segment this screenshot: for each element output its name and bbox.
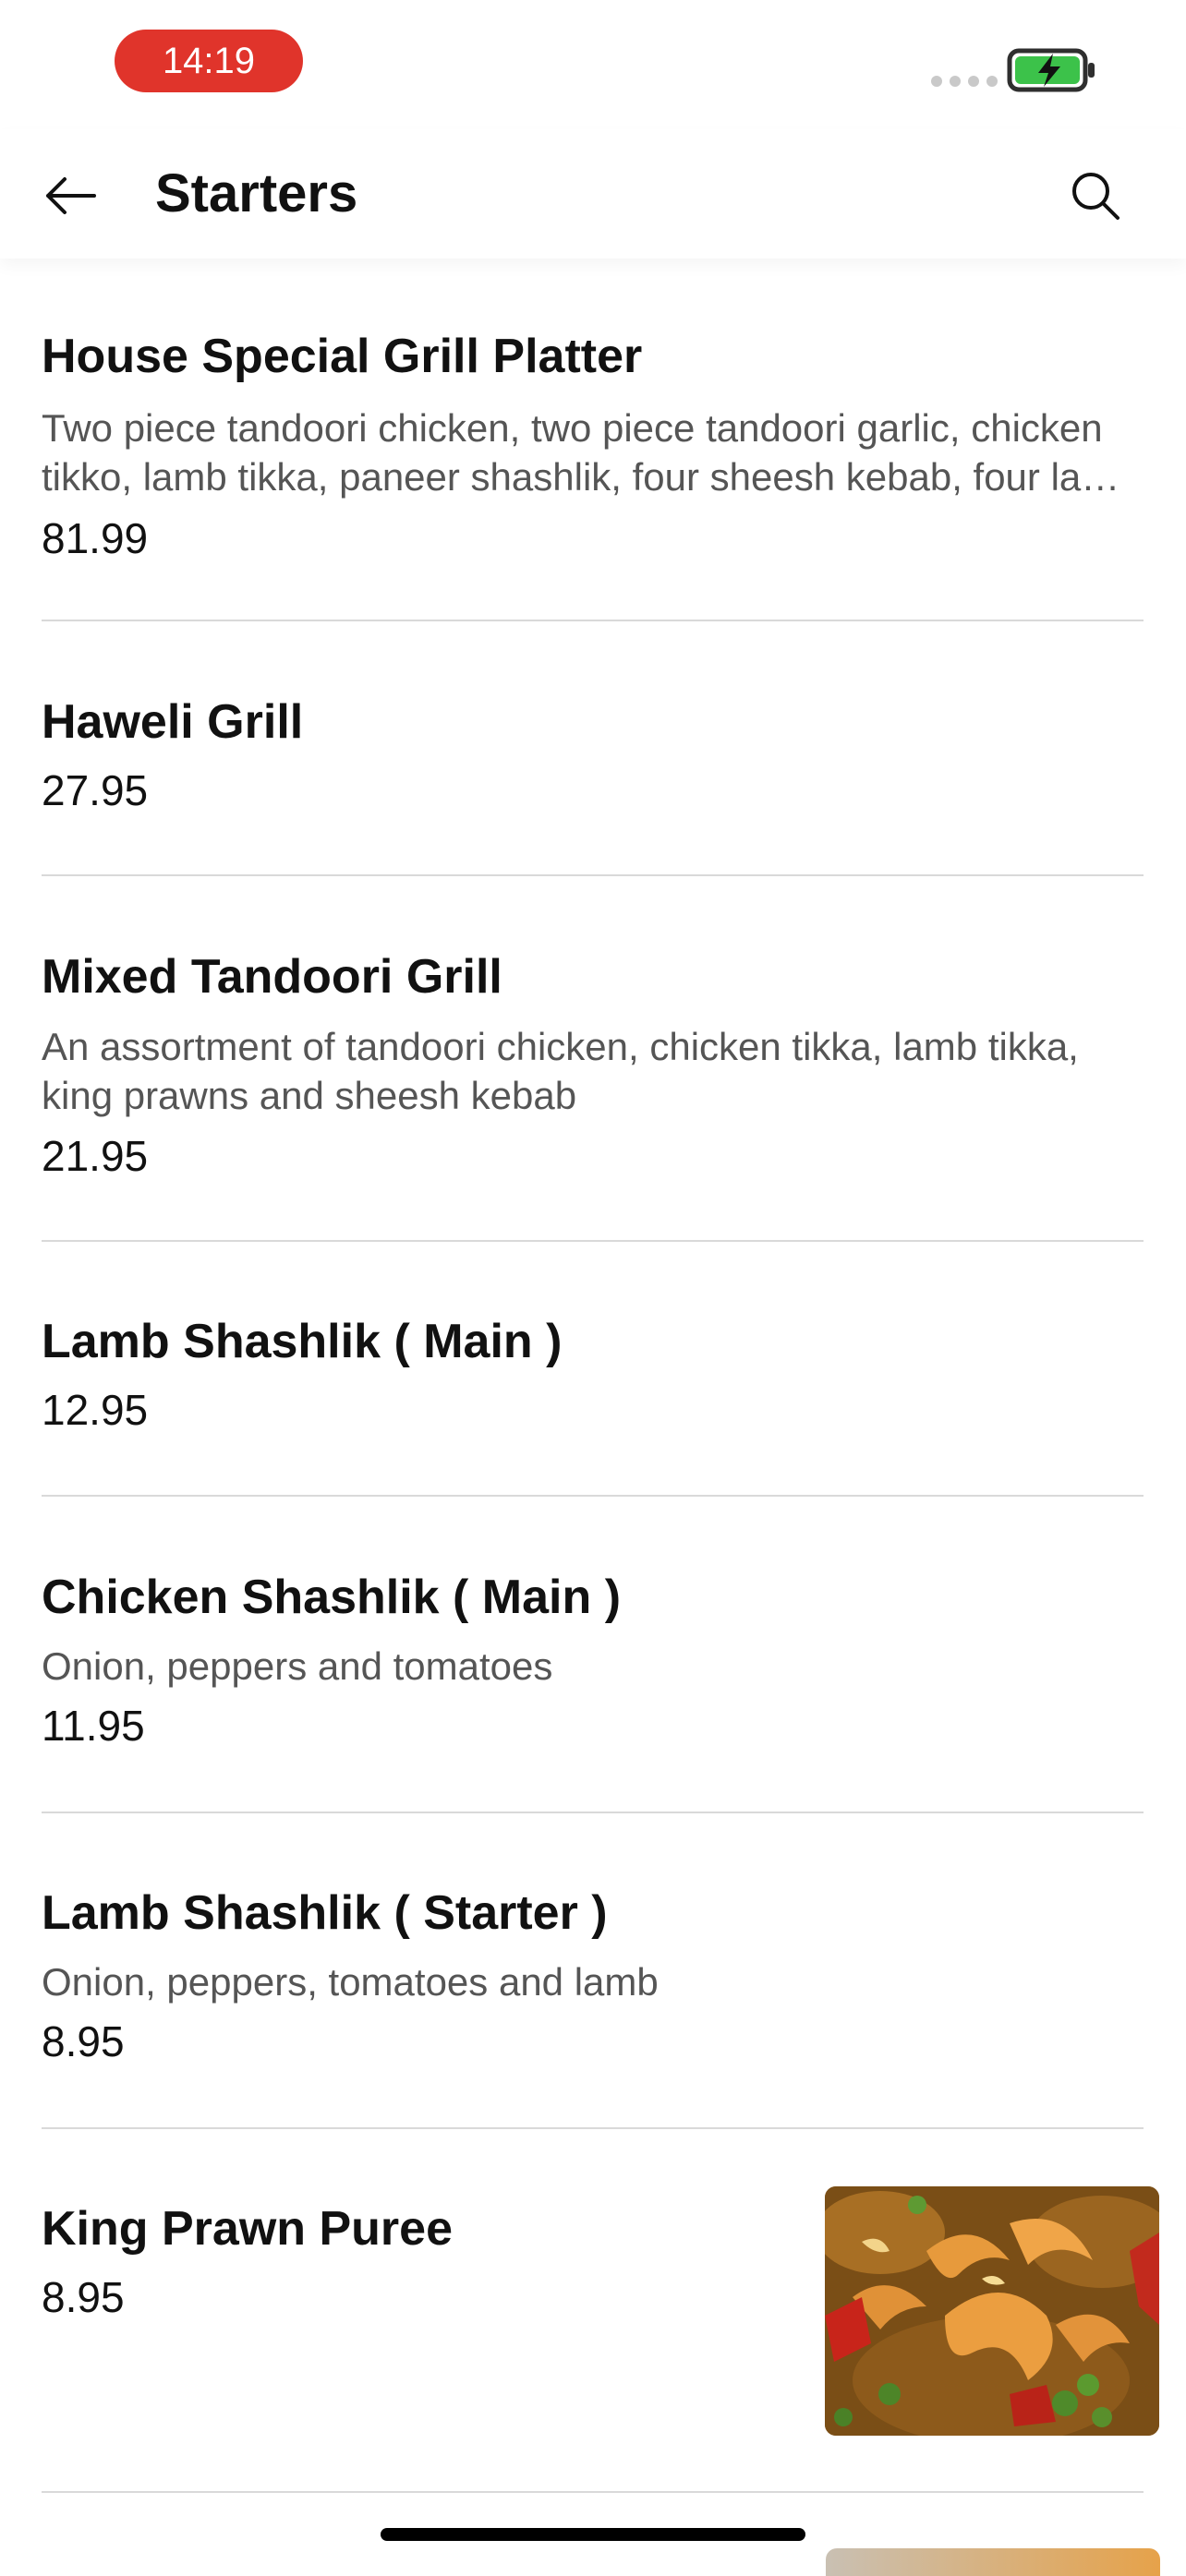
item-description: An assortment of tandoori chicken, chick… xyxy=(42,1025,1079,1068)
signal-icon xyxy=(931,76,998,87)
item-price: 21.95 xyxy=(42,1132,149,1180)
item-description: Onion, peppers, tomatoes and lamb xyxy=(42,1960,659,2004)
item-name: Mixed Tandoori Grill xyxy=(42,950,502,1004)
item-name: Lamb Shashlik ( Starter ) xyxy=(42,1886,608,1940)
back-button[interactable] xyxy=(37,163,103,229)
search-icon xyxy=(1072,173,1119,220)
item-price: 8.95 xyxy=(42,2273,125,2321)
item-price: 8.95 xyxy=(42,2017,125,2065)
search-button[interactable] xyxy=(1060,161,1131,231)
status-time: 14:19 xyxy=(115,30,303,92)
app-header: Starters xyxy=(0,129,1186,259)
menu-item[interactable]: House Special Grill Platter Two piece ta… xyxy=(42,259,1144,621)
item-description: king prawns and sheesh kebab xyxy=(42,1074,577,1117)
menu-item[interactable]: King Prawn Puree 8.95 xyxy=(42,2129,1159,2493)
item-name: Chicken Shashlik ( Main ) xyxy=(42,1571,622,1624)
menu-item[interactable]: Mixed Tandoori Grill An assortment of ta… xyxy=(42,876,1144,1242)
item-price: 11.95 xyxy=(42,1702,145,1750)
menu-item[interactable]: Lamb Shashlik ( Main ) 12.95 xyxy=(42,1242,1144,1497)
item-name: Lamb Shashlik ( Main ) xyxy=(42,1315,563,1368)
menu-item-list: House Special Grill Platter Two piece ta… xyxy=(0,259,1186,2493)
item-price: 27.95 xyxy=(42,766,149,814)
home-indicator[interactable] xyxy=(381,2528,805,2541)
status-bar: 14:19 xyxy=(0,0,1186,129)
menu-item[interactable]: Haweli Grill 27.95 xyxy=(42,621,1144,876)
item-name: King Prawn Puree xyxy=(42,2202,453,2256)
item-description: tikko, lamb tikka, paneer shashlik, four… xyxy=(42,455,1120,499)
item-price: 12.95 xyxy=(42,1386,149,1434)
item-description: Two piece tandoori chicken, two piece ta… xyxy=(42,406,1103,450)
item-description: Onion, peppers and tomatoes xyxy=(42,1644,553,1688)
item-photo[interactable] xyxy=(825,2186,1159,2436)
item-name: House Special Grill Platter xyxy=(42,330,643,383)
item-name: Haweli Grill xyxy=(42,695,304,749)
menu-item[interactable]: Chicken Shashlik ( Main ) Onion, peppers… xyxy=(42,1497,1144,1813)
battery-charging-icon xyxy=(1007,48,1095,92)
arrow-left-icon xyxy=(46,177,96,214)
item-price: 81.99 xyxy=(42,514,149,562)
king-prawn-puree-photo xyxy=(825,2186,1159,2436)
menu-item[interactable]: Lamb Shashlik ( Starter ) Onion, peppers… xyxy=(42,1813,1144,2129)
page-title: Starters xyxy=(155,163,358,223)
next-item-photo xyxy=(826,2548,1160,2576)
